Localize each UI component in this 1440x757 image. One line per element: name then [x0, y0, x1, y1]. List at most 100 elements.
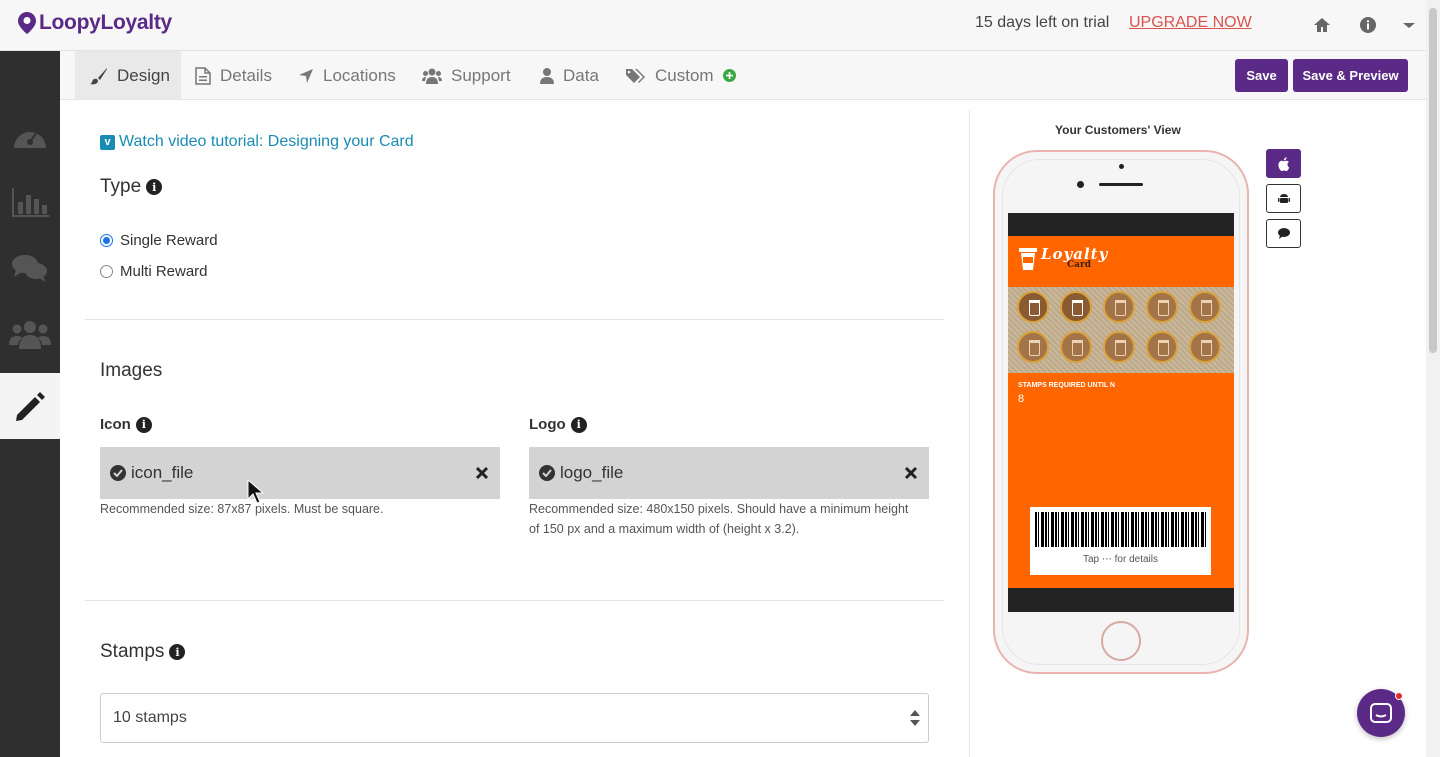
stamp-empty — [1189, 291, 1221, 323]
section-divider — [85, 600, 944, 601]
tab-data[interactable]: Data — [540, 51, 599, 100]
sidebar-item-reports[interactable] — [0, 169, 60, 235]
preview-panel: Your Customers' View Loyalty Card STAMPS… — [969, 110, 1426, 757]
document-icon — [195, 66, 211, 85]
home-icon[interactable] — [1312, 15, 1332, 35]
type-section-title: Type i — [100, 176, 163, 198]
radio-single-reward[interactable]: Single Reward — [100, 232, 218, 249]
card-logo-subtitle: Card — [1067, 260, 1092, 270]
info-icon[interactable] — [1358, 15, 1378, 35]
chevron-down-icon[interactable] — [1399, 15, 1419, 35]
phone-speaker — [1099, 183, 1143, 186]
stamp-empty — [1146, 331, 1178, 363]
check-circle-icon — [110, 465, 126, 481]
trial-status: 15 days left on trial — [975, 14, 1110, 31]
tab-label: Design — [117, 65, 170, 85]
radio-label: Single Reward — [120, 232, 218, 249]
page-scrollbar[interactable] — [1426, 0, 1440, 757]
sidebar-item-customers[interactable] — [0, 301, 60, 367]
tab-support[interactable]: Support — [422, 51, 511, 100]
tab-design[interactable]: Design — [75, 51, 181, 100]
tab-label: Locations — [323, 65, 396, 85]
radio-button[interactable] — [100, 234, 113, 247]
icon-help-text: Recommended size: 87x87 pixels. Must be … — [100, 502, 384, 516]
tab-locations[interactable]: Locations — [298, 51, 396, 100]
android-icon — [1277, 193, 1290, 203]
type-title-text: Type — [100, 176, 142, 197]
info-icon[interactable]: i — [135, 416, 152, 433]
logo-label-text: Logo — [529, 416, 566, 433]
info-icon[interactable]: i — [146, 179, 163, 195]
tags-icon — [626, 68, 645, 83]
phone-mockup: Loyalty Card STAMPS REQUIRED UNTIL N 8 T… — [993, 150, 1249, 674]
info-icon[interactable]: i — [169, 644, 186, 660]
tab-details[interactable]: Details — [195, 51, 272, 100]
remove-icon[interactable] — [903, 465, 919, 481]
stamps-select-value: 10 stamps — [113, 709, 187, 726]
video-tutorial-link[interactable]: v Watch video tutorial: Designing your C… — [100, 133, 414, 151]
phone-home-button — [1101, 621, 1141, 661]
chat-widget-icon — [1370, 703, 1392, 723]
logo-file-name: logo_file — [560, 463, 624, 482]
stamp-empty — [1060, 331, 1092, 363]
sidebar-item-messages[interactable] — [0, 235, 60, 301]
stamp-empty — [1017, 331, 1049, 363]
stamp-filled — [1060, 291, 1092, 323]
android-preview-button[interactable] — [1266, 184, 1301, 213]
radio-button[interactable] — [100, 265, 113, 278]
tab-custom[interactable]: Custom — [626, 51, 714, 100]
ios-preview-button[interactable] — [1266, 149, 1301, 178]
dashboard-icon — [14, 130, 46, 148]
logo-help-line: of 150 px and a maximum width of (height… — [529, 522, 800, 536]
tab-label: Data — [563, 65, 599, 85]
phone-sensor — [1119, 164, 1124, 169]
logo-help-line: Recommended size: 480x150 pixels. Should… — [529, 502, 909, 516]
location-arrow-icon — [299, 68, 313, 83]
user-icon — [540, 67, 554, 84]
users-icon — [422, 68, 442, 84]
icon-file-name: icon_file — [131, 463, 194, 482]
upgrade-link[interactable]: UPGRADE NOW — [1129, 14, 1252, 32]
stamps-required-label: STAMPS REQUIRED UNTIL N — [1018, 382, 1115, 389]
preview-title: Your Customers' View — [1055, 123, 1181, 137]
apple-icon — [1277, 156, 1289, 171]
tab-bar: Design Details Locations Support Data Cu… — [60, 51, 1426, 100]
add-tab-icon[interactable] — [723, 69, 736, 82]
stamp-empty — [1103, 291, 1135, 323]
phone-screen: Loyalty Card STAMPS REQUIRED UNTIL N 8 T… — [1008, 213, 1234, 612]
tab-label: Custom — [655, 65, 714, 85]
save-preview-button[interactable]: Save & Preview — [1293, 59, 1408, 92]
icon-file-upload[interactable]: icon_file — [100, 447, 500, 499]
section-divider — [85, 319, 944, 320]
stamps-select[interactable]: 10 stamps — [100, 693, 929, 743]
logo-file-upload[interactable]: logo_file — [529, 447, 929, 499]
save-button[interactable]: Save — [1235, 59, 1288, 92]
brand-logo[interactable]: LoopyLoyalty — [18, 11, 172, 35]
stamp-strip — [1008, 287, 1234, 373]
loyalty-card[interactable]: Loyalty Card STAMPS REQUIRED UNTIL N 8 T… — [1008, 236, 1234, 588]
stamps-section-title: Stamps i — [100, 641, 186, 663]
phone-camera — [1077, 181, 1084, 188]
tab-label: Details — [220, 65, 272, 85]
sidebar-item-design[interactable] — [0, 373, 60, 439]
top-bar: LoopyLoyalty 15 days left on trial UPGRA… — [0, 0, 1440, 51]
group-icon — [9, 321, 51, 349]
tap-details-text: Tap ⋯ for details — [1082, 554, 1159, 565]
bar-chart-icon — [12, 188, 49, 217]
notification-dot — [1395, 692, 1403, 700]
radio-multi-reward[interactable]: Multi Reward — [100, 263, 208, 280]
images-section-title: Images — [100, 360, 163, 381]
stamps-required-value: 8 — [1018, 393, 1025, 405]
barcode-image — [1035, 512, 1206, 547]
speech-bubble-icon — [1277, 228, 1290, 239]
remove-icon[interactable] — [474, 465, 490, 481]
select-arrows-icon — [910, 710, 920, 726]
brush-icon — [90, 67, 107, 84]
mouse-cursor-icon — [247, 479, 265, 504]
icon-label-text: Icon — [100, 416, 131, 433]
support-chat-button[interactable] — [1357, 689, 1405, 737]
sidebar-item-dashboard[interactable] — [0, 103, 60, 169]
scrollbar-thumb[interactable] — [1429, 8, 1437, 353]
sms-preview-button[interactable] — [1266, 219, 1301, 248]
info-icon[interactable]: i — [570, 416, 587, 433]
